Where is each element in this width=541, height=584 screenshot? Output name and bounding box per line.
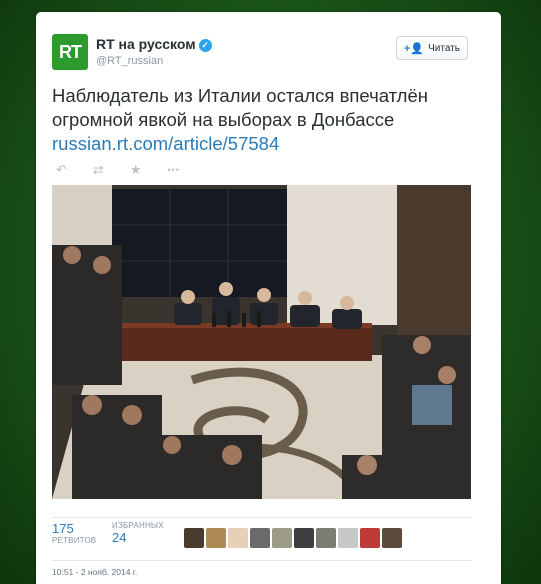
user-avatar[interactable] <box>294 528 314 548</box>
follow-button-label: Читать <box>428 42 460 54</box>
user-avatar[interactable] <box>360 528 380 548</box>
tweet-link[interactable]: russian.rt.com/article/57584 <box>52 133 279 154</box>
follow-button[interactable]: +👤 Читать <box>396 36 468 60</box>
author-name[interactable]: RT на русском ✓ <box>96 36 212 52</box>
rt-logo-avatar[interactable]: RT <box>52 34 88 70</box>
reply-icon[interactable]: ↶ <box>56 162 67 178</box>
favorites-label: ИЗБРАННЫХ <box>112 521 164 530</box>
tweet-timestamp[interactable]: 10:51 - 2 нояб. 2014 г. <box>52 567 137 577</box>
tweet-photo[interactable] <box>52 185 471 499</box>
author-name-label[interactable]: RT на русском <box>96 36 196 52</box>
favorites-count: 24 <box>112 530 127 545</box>
author-handle[interactable]: @RT_russian <box>96 55 163 67</box>
tweet-stats: 175 РЕТВИТОВ ИЗБРАННЫХ 24 <box>52 517 472 561</box>
retweets-count: 175 <box>52 521 74 536</box>
favorites-stat[interactable]: ИЗБРАННЫХ 24 <box>112 521 164 545</box>
user-avatar[interactable] <box>228 528 248 548</box>
tweet-body: Наблюдатель из Италии остался впечатлён … <box>52 85 428 130</box>
user-avatar[interactable] <box>206 528 226 548</box>
star-icon[interactable]: ★ <box>130 162 142 178</box>
favorited-by-avatars <box>184 528 402 548</box>
retweet-icon[interactable]: ⇄ <box>93 162 104 178</box>
user-avatar[interactable] <box>338 528 358 548</box>
retweets-label: РЕТВИТОВ <box>52 536 97 545</box>
tweet-card: RT RT на русском ✓ @RT_russian +👤 Читать … <box>36 12 501 584</box>
verified-badge-icon: ✓ <box>198 39 212 52</box>
tweet-actions: ↶ ⇄ ★ ••• <box>56 162 180 178</box>
user-avatar[interactable] <box>316 528 336 548</box>
follow-add-icon: +👤 <box>404 42 425 55</box>
user-avatar[interactable] <box>184 528 204 548</box>
retweets-stat[interactable]: 175 РЕТВИТОВ <box>52 521 96 545</box>
user-avatar[interactable] <box>250 528 270 548</box>
tweet-text: Наблюдатель из Италии остался впечатлён … <box>52 84 482 156</box>
more-icon[interactable]: ••• <box>167 165 179 175</box>
press-conference-photo <box>52 185 471 499</box>
user-avatar[interactable] <box>382 528 402 548</box>
user-avatar[interactable] <box>272 528 292 548</box>
